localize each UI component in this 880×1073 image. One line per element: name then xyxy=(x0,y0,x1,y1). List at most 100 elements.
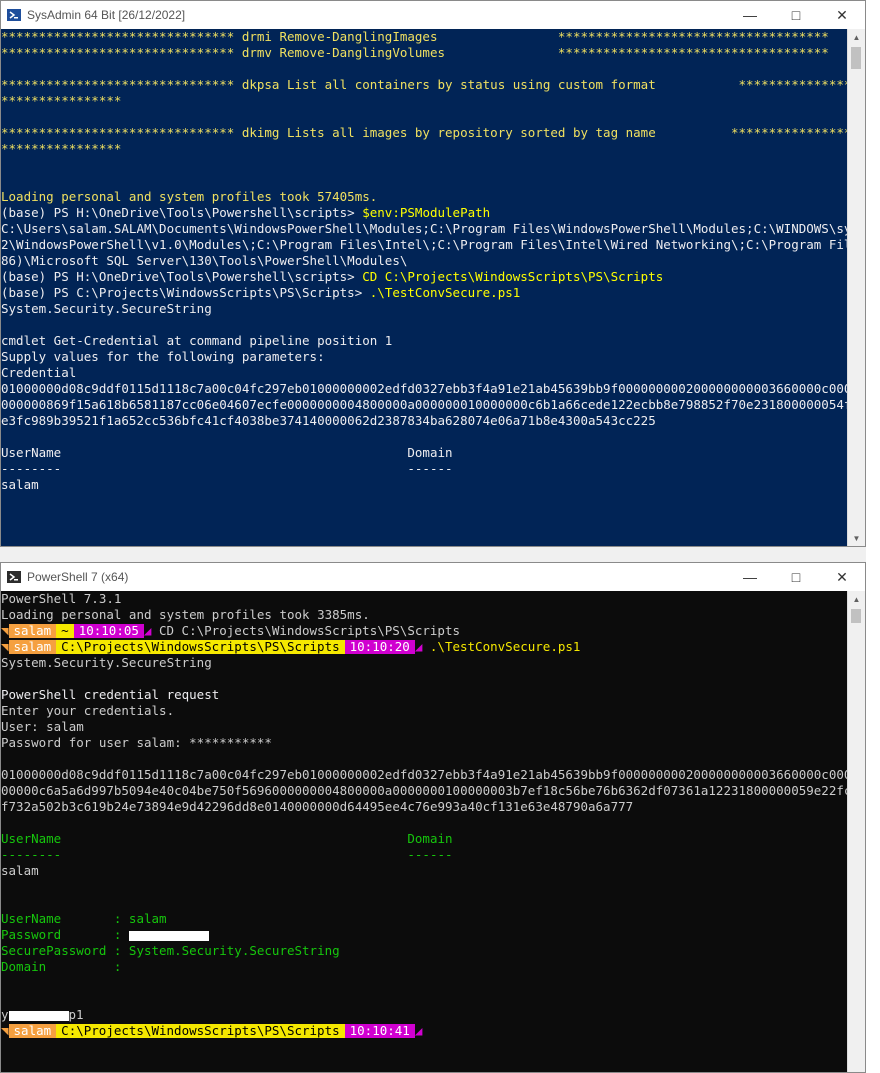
console-line: ******************************* drmv Rem… xyxy=(1,45,848,61)
console-line-text: PowerShell credential request xyxy=(1,687,220,702)
console-line: Password : xyxy=(1,927,848,943)
console-line: f732a502b3c619b24e73894e9d42296dd8e01400… xyxy=(1,799,848,815)
console-line: Loading personal and system profiles too… xyxy=(1,189,848,205)
console-line-text: UserName Domain xyxy=(1,445,453,460)
console-line-text: -------- ------ xyxy=(1,847,453,862)
powershell7-window[interactable]: PowerShell 7 (x64) — □ ✕ PowerShell 7.3.… xyxy=(0,562,866,1073)
scrollbar-thumb[interactable] xyxy=(851,47,861,69)
console-line-text: Password for user salam: *********** xyxy=(1,735,272,750)
console-line: 2\WindowsPowerShell\v1.0\Modules\;C:\Pro… xyxy=(1,237,848,253)
powershell-icon xyxy=(7,8,21,22)
console-line: Enter your credentials. xyxy=(1,703,848,719)
console-line: SecurePassword : System.Security.SecureS… xyxy=(1,943,848,959)
console-line: (base) PS C:\Projects\WindowsScripts\PS\… xyxy=(1,285,848,301)
console-command-text: .\TestConvSecure.ps1 xyxy=(369,285,521,300)
scroll-up-icon[interactable]: ▲ xyxy=(848,29,865,45)
console-line-text: Credential xyxy=(1,365,77,380)
prompt-location: C:\Projects\WindowsScripts\PS\Scripts xyxy=(56,1024,345,1038)
console-line: 86)\Microsoft SQL Server\130\Tools\Power… xyxy=(1,253,848,269)
prompt-command: CD C:\Projects\WindowsScripts\PS\Scripts xyxy=(158,623,461,638)
console-line-text: cmdlet Get-Credential at command pipelin… xyxy=(1,333,393,348)
title-bar[interactable]: SysAdmin 64 Bit [26/12/2022] — □ ✕ xyxy=(1,1,865,29)
console-line: y p1 xyxy=(1,1007,848,1023)
console-line: ******************************* drmi Rem… xyxy=(1,29,848,45)
prompt-user: salam xyxy=(8,1024,57,1038)
background-window-edge xyxy=(866,0,880,1073)
prompt-location: C:\Projects\WindowsScripts\PS\Scripts xyxy=(56,640,345,654)
prompt-cap-icon: ◥ xyxy=(1,623,9,638)
vertical-scrollbar[interactable]: ▲ xyxy=(847,591,865,1072)
prompt-time: 10:10:20 xyxy=(344,640,415,654)
console-line: Credential xyxy=(1,365,848,381)
console-line-text: 000000869f15a618b6581187cc06e04607ecfe00… xyxy=(1,397,848,412)
console-output[interactable]: PowerShell 7.3.1 Loading personal and sy… xyxy=(1,591,848,1072)
close-icon[interactable]: ✕ xyxy=(819,563,865,591)
console-line: 00000c6a5a6d997b5094e40c04be750f56960000… xyxy=(1,783,848,799)
scroll-down-icon[interactable]: ▼ xyxy=(848,530,865,546)
console-line-text: (base) PS C:\Projects\WindowsScripts\PS\… xyxy=(1,285,370,300)
console-line-text: salam xyxy=(1,863,39,878)
console-line: Password for user salam: *********** xyxy=(1,735,848,751)
console-line: User: salam xyxy=(1,719,848,735)
prompt-end-icon: ◢ xyxy=(414,639,423,654)
console-line: Supply values for the following paramete… xyxy=(1,349,848,365)
console-line: 01000000d08c9ddf0115d1118c7a00c04fc297eb… xyxy=(1,381,848,397)
console-line-tail: p1 xyxy=(68,1007,84,1022)
console-line-text: System.Security.SecureString xyxy=(1,301,212,316)
console-line-text: **************** xyxy=(1,141,122,156)
title-bar[interactable]: PowerShell 7 (x64) — □ ✕ xyxy=(1,563,865,591)
window-title: PowerShell 7 (x64) xyxy=(27,570,129,584)
console-line-text: 86)\Microsoft SQL Server\130\Tools\Power… xyxy=(1,253,408,268)
console-output[interactable]: ******************************* drmi Rem… xyxy=(1,29,848,546)
minimize-icon[interactable]: — xyxy=(727,563,773,591)
maximize-icon[interactable]: □ xyxy=(773,563,819,591)
console-line: -------- ------ xyxy=(1,461,848,477)
console-line: salam xyxy=(1,477,848,493)
console-line: -------- ------ xyxy=(1,847,848,863)
console-line: Domain : xyxy=(1,959,848,975)
prompt-line[interactable]: ◥ salam C:\Projects\WindowsScripts\PS\Scri… xyxy=(1,1023,848,1039)
sysadmin-console-window[interactable]: SysAdmin 64 Bit [26/12/2022] — □ ✕ *****… xyxy=(0,0,866,547)
console-line-text: Enter your credentials. xyxy=(1,703,175,718)
minimize-icon[interactable]: — xyxy=(727,1,773,29)
console-line-text: (base) PS H:\OneDrive\Tools\Powershell\s… xyxy=(1,269,363,284)
prompt-line: ◥ salam ~10:10:05 ◢ CD C:\Projects\WindowsS… xyxy=(1,623,848,639)
console-line-text: User: salam xyxy=(1,719,84,734)
console-line-text: 2\WindowsPowerShell\v1.0\Modules\;C:\Pro… xyxy=(1,237,848,252)
redaction-mark xyxy=(8,1010,69,1021)
prompt-user: salam xyxy=(8,624,57,638)
maximize-icon[interactable]: □ xyxy=(773,1,819,29)
console-line: salam xyxy=(1,863,848,879)
prompt-command: .\TestConvSecure.ps1 xyxy=(429,639,581,654)
console-line-text: Domain : xyxy=(1,959,122,974)
console-line: UserName Domain xyxy=(1,445,848,461)
console-line: 01000000d08c9ddf0115d1118c7a00c04fc297eb… xyxy=(1,767,848,783)
console-line-text: UserName Domain xyxy=(1,831,453,846)
close-icon[interactable]: ✕ xyxy=(819,1,865,29)
vertical-scrollbar[interactable]: ▲ ▼ xyxy=(847,29,865,546)
console-line-text: System.Security.SecureString xyxy=(1,655,212,670)
console-line: UserName Domain xyxy=(1,831,848,847)
console-line-text: Password : xyxy=(1,927,129,942)
console-line-text: 01000000d08c9ddf0115d1118c7a00c04fc297eb… xyxy=(1,381,848,396)
prompt-location: ~ xyxy=(56,624,74,638)
console-line-text: f732a502b3c619b24e73894e9d42296dd8e01400… xyxy=(1,799,634,814)
window-title: SysAdmin 64 Bit [26/12/2022] xyxy=(27,8,186,22)
console-line-text: -------- ------ xyxy=(1,461,453,476)
scrollbar-thumb[interactable] xyxy=(851,609,861,623)
scroll-up-icon[interactable]: ▲ xyxy=(848,591,865,607)
console-line-text: ******************************* dkimg Li… xyxy=(1,125,848,140)
console-line: 000000869f15a618b6581187cc06e04607ecfe00… xyxy=(1,397,848,413)
